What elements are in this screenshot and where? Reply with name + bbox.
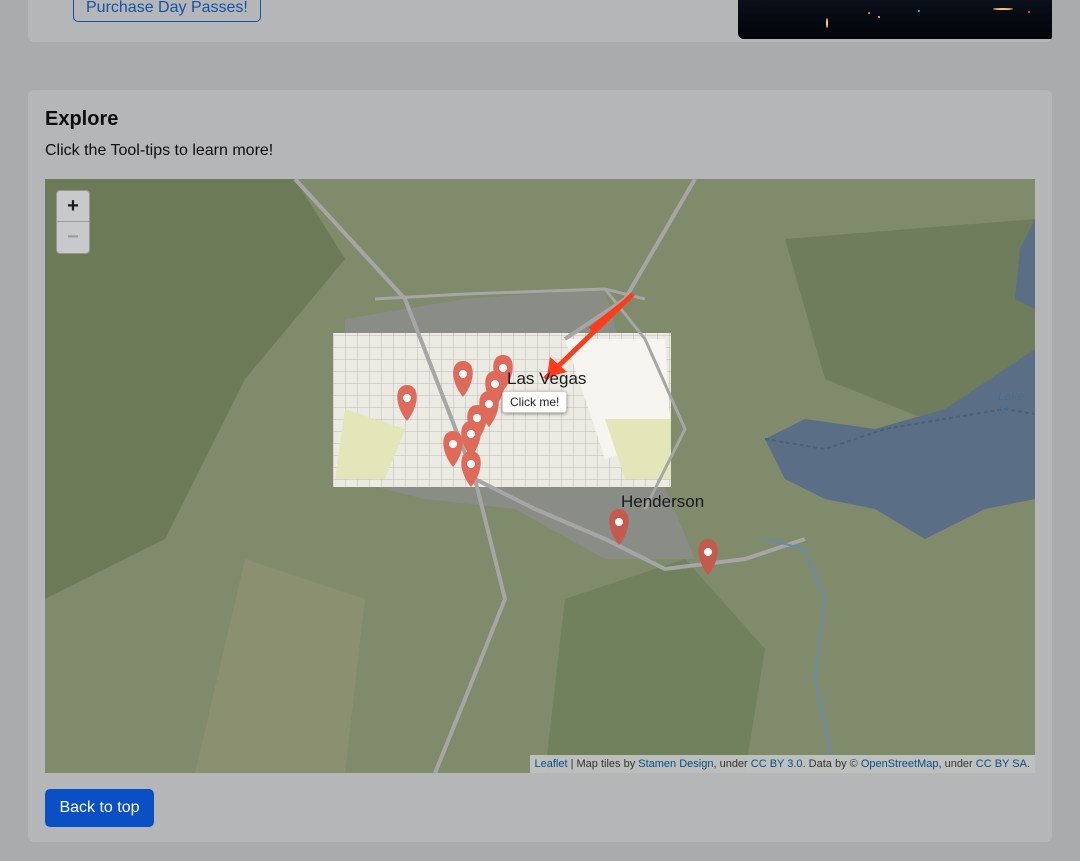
markers-layer: [397, 355, 718, 575]
cc-by-link[interactable]: CC BY 3.0: [751, 758, 803, 770]
map-marker[interactable]: [397, 385, 417, 421]
cc-by-sa-link[interactable]: CC BY SA: [976, 758, 1027, 770]
back-to-top-button[interactable]: Back to top: [45, 789, 154, 827]
map[interactable]: + − Las Vegas Henderson Lake M Click me!…: [45, 179, 1035, 773]
explore-title: Explore: [45, 108, 119, 130]
label-las-vegas: Las Vegas: [507, 369, 587, 388]
map-attribution: Leaflet | Map tiles by Stamen Design, un…: [529, 755, 1035, 773]
attribution-text: , under: [713, 758, 751, 770]
top-card: Purchase Day Passes!: [28, 0, 1052, 42]
attribution-text: | Map tiles by: [567, 758, 639, 770]
leaflet-link[interactable]: Leaflet: [535, 758, 568, 770]
stamen-link[interactable]: Stamen Design: [638, 758, 713, 770]
attribution-text: , under: [938, 758, 976, 770]
map-marker[interactable]: [461, 451, 481, 487]
city-night-image: [738, 0, 1052, 39]
osm-link[interactable]: OpenStreetMap: [861, 758, 939, 770]
explore-subtitle: Click the Tool-tips to learn more!: [45, 142, 274, 159]
marker-tooltip[interactable]: Click me!: [502, 391, 568, 413]
label-henderson: Henderson: [621, 492, 705, 511]
attribution-text: .: [1026, 758, 1030, 770]
map-marker[interactable]: [609, 509, 629, 545]
attribution-text: . Data by ©: [802, 758, 861, 770]
purchase-day-passes-button[interactable]: Purchase Day Passes!: [73, 0, 261, 22]
label-lake: Lake M: [998, 389, 1025, 417]
zoom-in-button[interactable]: +: [57, 191, 89, 222]
map-marker[interactable]: [698, 539, 718, 575]
map-marker[interactable]: [453, 361, 473, 397]
zoom-out-button[interactable]: −: [57, 222, 89, 252]
zoom-control: + −: [56, 190, 90, 254]
map-marker[interactable]: [443, 431, 463, 467]
